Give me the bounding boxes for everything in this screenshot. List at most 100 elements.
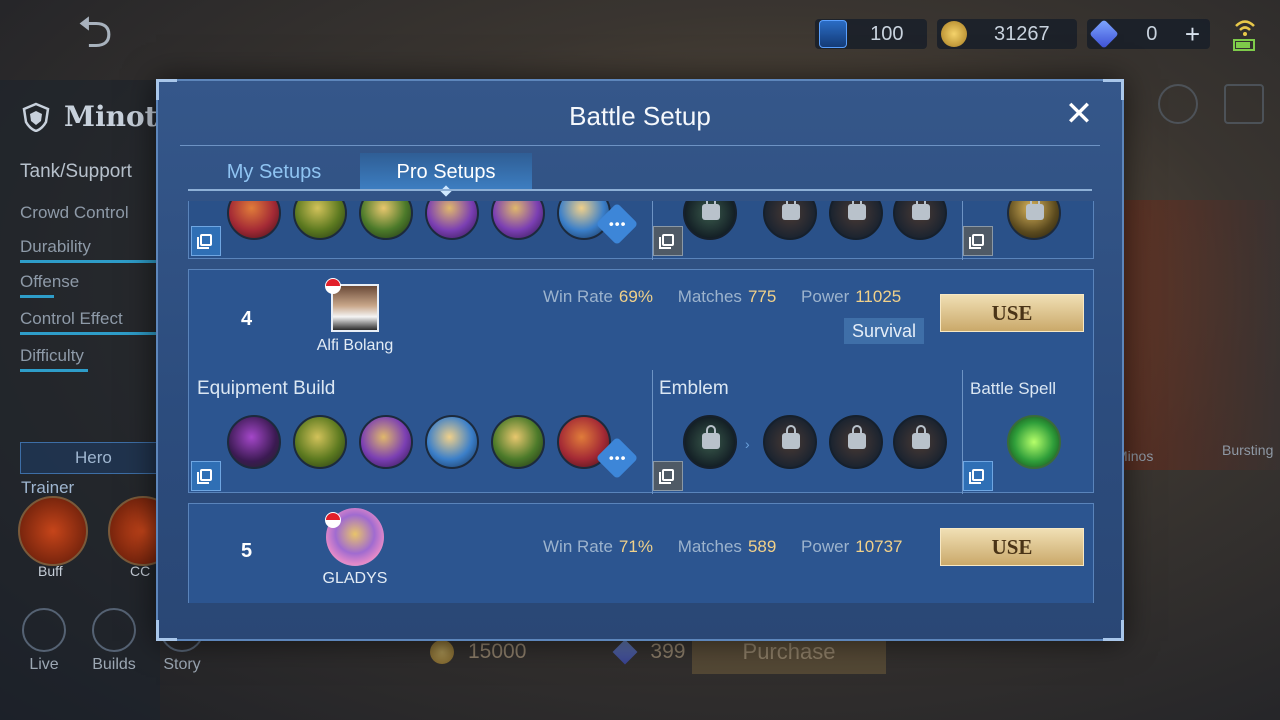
lock-icon [1026,201,1044,220]
tab-my-setups[interactable]: My Setups [188,153,360,191]
item-icon[interactable] [425,201,479,240]
coin-icon [430,640,454,664]
emblem-hourglass-icon[interactable] [829,415,883,469]
battle-setup-dialog: Battle Setup ✕ My Setups Pro Setups ••• [156,79,1124,641]
copy-emblem-icon[interactable] [653,461,683,491]
frame-corner [156,620,177,641]
coin-counter: 31267 [936,19,1077,49]
close-icon[interactable]: ✕ [1062,97,1096,131]
stat-bar [20,369,88,372]
equipment-build-label: Equipment Build [197,378,336,399]
pro-setup-list[interactable]: ••• 4 Alfi Bolang Win Rate 69% Matches 775… [188,201,1094,603]
nav-live[interactable]: Live [14,608,74,674]
boots-icon[interactable] [227,415,281,469]
copy-spell-icon[interactable] [963,226,993,256]
copy-spell-icon[interactable] [963,461,993,491]
stat-bar [20,332,156,335]
setup-tabs: My Setups Pro Setups [188,153,532,191]
setup-card: 5 GLADYS Win Rate 71% Matches 589 Power 107… [188,503,1094,603]
emblem-icon[interactable] [893,201,947,240]
fullscreen-icon[interactable] [1224,84,1264,124]
buff-tab-label: Buff [38,563,63,579]
resource-bar: 100 31267 0 + [814,14,1260,54]
matches-label: Matches [677,287,742,306]
divider [188,189,1092,191]
diamond-icon [612,639,638,665]
item-icon[interactable] [293,201,347,240]
item-icon[interactable] [491,201,545,240]
coin-value: 31267 [994,22,1050,45]
hero-role: Tank/Support [20,161,132,182]
hero-trainer-button[interactable]: Hero Trainer [20,442,162,497]
setup-stats: Win Rate 71% Matches 589 Power 10737 [543,537,903,557]
stat-label: Difficulty [20,346,84,365]
diamond-price: 399 [650,640,686,663]
indonesia-flag-icon [325,278,341,294]
ticket-icon [818,20,847,48]
use-setup-button[interactable]: USE [940,294,1084,332]
copy-emblem-icon[interactable] [653,226,683,256]
power-value: 11025 [855,287,902,306]
diamond-counter: 0 + [1086,19,1210,50]
blue-armor-icon[interactable] [425,415,479,469]
chevron-right-icon: › [745,436,750,452]
lock-icon [848,201,866,220]
player-name: GLADYS [322,570,388,587]
lock-icon [912,425,930,449]
emblem-core-icon[interactable] [683,201,737,240]
live-icon [22,608,66,652]
emblem-core-icon[interactable] [683,415,737,469]
buff-tab-icon[interactable] [18,496,88,566]
matches-value: 589 [747,537,777,556]
diamond-icon [1089,19,1119,49]
emblem-icon[interactable] [829,201,883,240]
indonesia-flag-icon [325,512,341,528]
coin-price: 15000 [468,640,527,663]
setup-card: 4 Alfi Bolang Win Rate 69% Matches 775 Pow… [188,269,1094,494]
use-setup-button[interactable]: USE [940,528,1084,566]
purple-shield-icon[interactable] [359,415,413,469]
builds-icon [92,608,136,652]
emblem-heart-icon[interactable] [763,415,817,469]
item-icon[interactable] [359,201,413,240]
green-blade-icon[interactable] [293,415,347,469]
coin-icon [940,21,967,47]
tank-role-icon [22,102,50,132]
vengeance-spell-icon[interactable] [1007,415,1061,469]
win-rate-label: Win Rate [543,537,613,556]
battle-spell-label: Battle Spell [970,379,1056,398]
power-label: Power [801,287,850,306]
win-rate-value: 69% [618,287,653,306]
item-icon[interactable] [227,201,281,240]
stat-label: Offense [20,272,80,291]
stat-bar [20,260,156,263]
player-name: Alfi Bolang [316,337,394,354]
frame-corner [1103,79,1124,100]
divider [180,145,1100,146]
matches-value: 775 [747,287,777,306]
emblem-icon[interactable] [763,201,817,240]
green-helm-icon[interactable] [491,415,545,469]
copy-build-icon[interactable] [191,461,221,491]
hero-skin-cards [1120,200,1280,470]
stat-label: Crowd Control [20,203,129,222]
spell-icon[interactable] [1007,201,1061,240]
tab-pro-setups[interactable]: Pro Setups [360,153,532,191]
copy-build-icon[interactable] [191,226,221,256]
emblem-spiral-icon[interactable] [893,415,947,469]
setup-card-partial: ••• [188,201,1094,260]
add-diamonds-button[interactable]: + [1185,19,1200,50]
lock-icon [782,201,800,220]
ticket-value: 100 [870,22,904,45]
matches-label: Matches [677,537,742,556]
setup-rank: 5 [241,540,253,562]
dialog-title: Battle Setup [569,101,711,131]
stat-label: Control Effect [20,309,123,328]
frame-corner [1103,620,1124,641]
lock-icon [702,201,720,220]
back-arrow-icon[interactable]: ⮌ [55,8,135,58]
nav-builds[interactable]: Builds [84,608,144,674]
nav-live-label: Live [29,656,59,673]
diamond-value: 0 [1146,22,1158,45]
sound-icon[interactable] [1158,84,1198,124]
